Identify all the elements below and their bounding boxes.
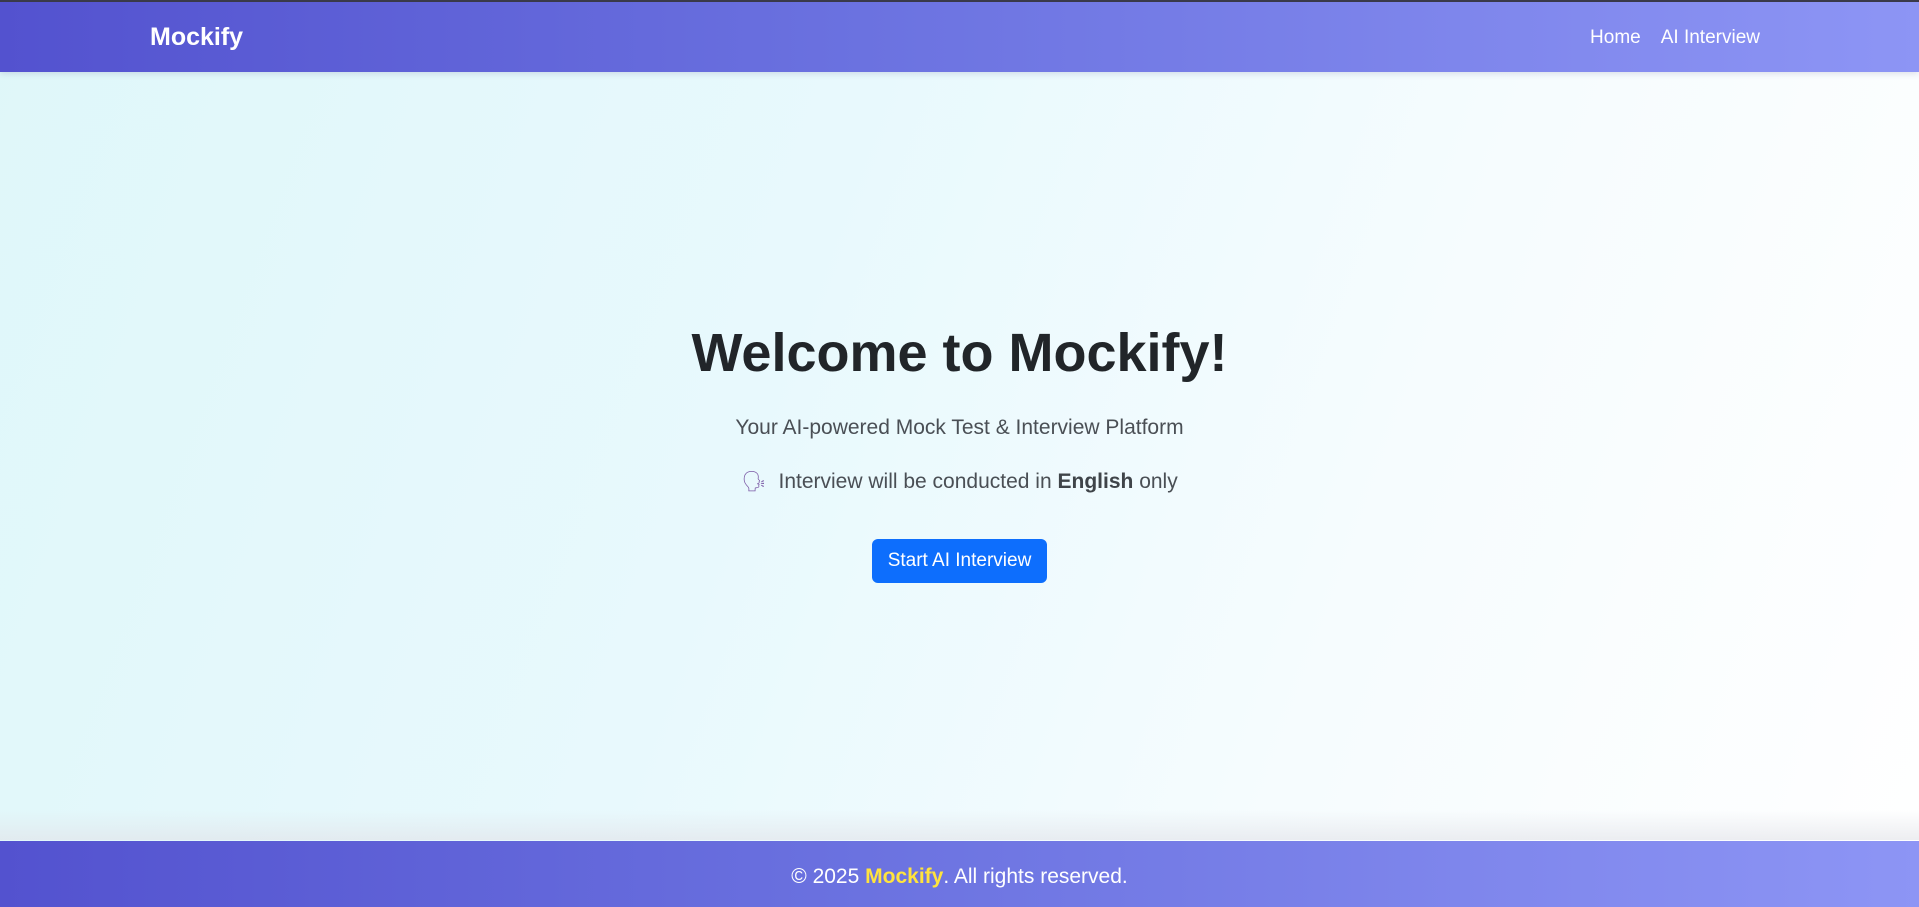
start-ai-interview-button[interactable]: Start AI Interview — [871, 539, 1048, 583]
hero-title: Welcome to Mockify! — [691, 323, 1228, 383]
language-note-language: English — [1057, 470, 1134, 493]
nav-link-home[interactable]: Home — [1590, 27, 1641, 49]
hero-section: Welcome to Mockify! Your AI-powered Mock… — [0, 72, 1919, 840]
language-note-prefix: Interview will be conducted in — [778, 470, 1052, 493]
cta-wrapper: Start AI Interview — [0, 539, 1919, 583]
speaking-head-icon: 🗣 — [741, 471, 767, 493]
language-note-suffix: only — [1139, 470, 1178, 493]
language-note: 🗣 Interview will be conducted in English… — [0, 469, 1919, 494]
footer-copyright: © 2025 — [791, 865, 860, 888]
hero-subtitle: Your AI-powered Mock Test & Interview Pl… — [735, 416, 1184, 439]
footer-shadow — [0, 810, 1919, 840]
nav-link-ai-interview[interactable]: AI Interview — [1661, 27, 1760, 49]
footer-brand: Mockify — [865, 865, 944, 888]
brand-logo-link[interactable]: Mockify — [150, 23, 243, 52]
footer: © 2025 Mockify. All rights reserved. — [0, 841, 1919, 907]
footer-text: © 2025 Mockify. All rights reserved. — [791, 865, 1127, 889]
footer-rights: . All rights reserved. — [943, 865, 1128, 888]
nav-links: Home AI Interview — [1590, 27, 1760, 49]
navbar: Mockify Home AI Interview — [0, 2, 1919, 72]
